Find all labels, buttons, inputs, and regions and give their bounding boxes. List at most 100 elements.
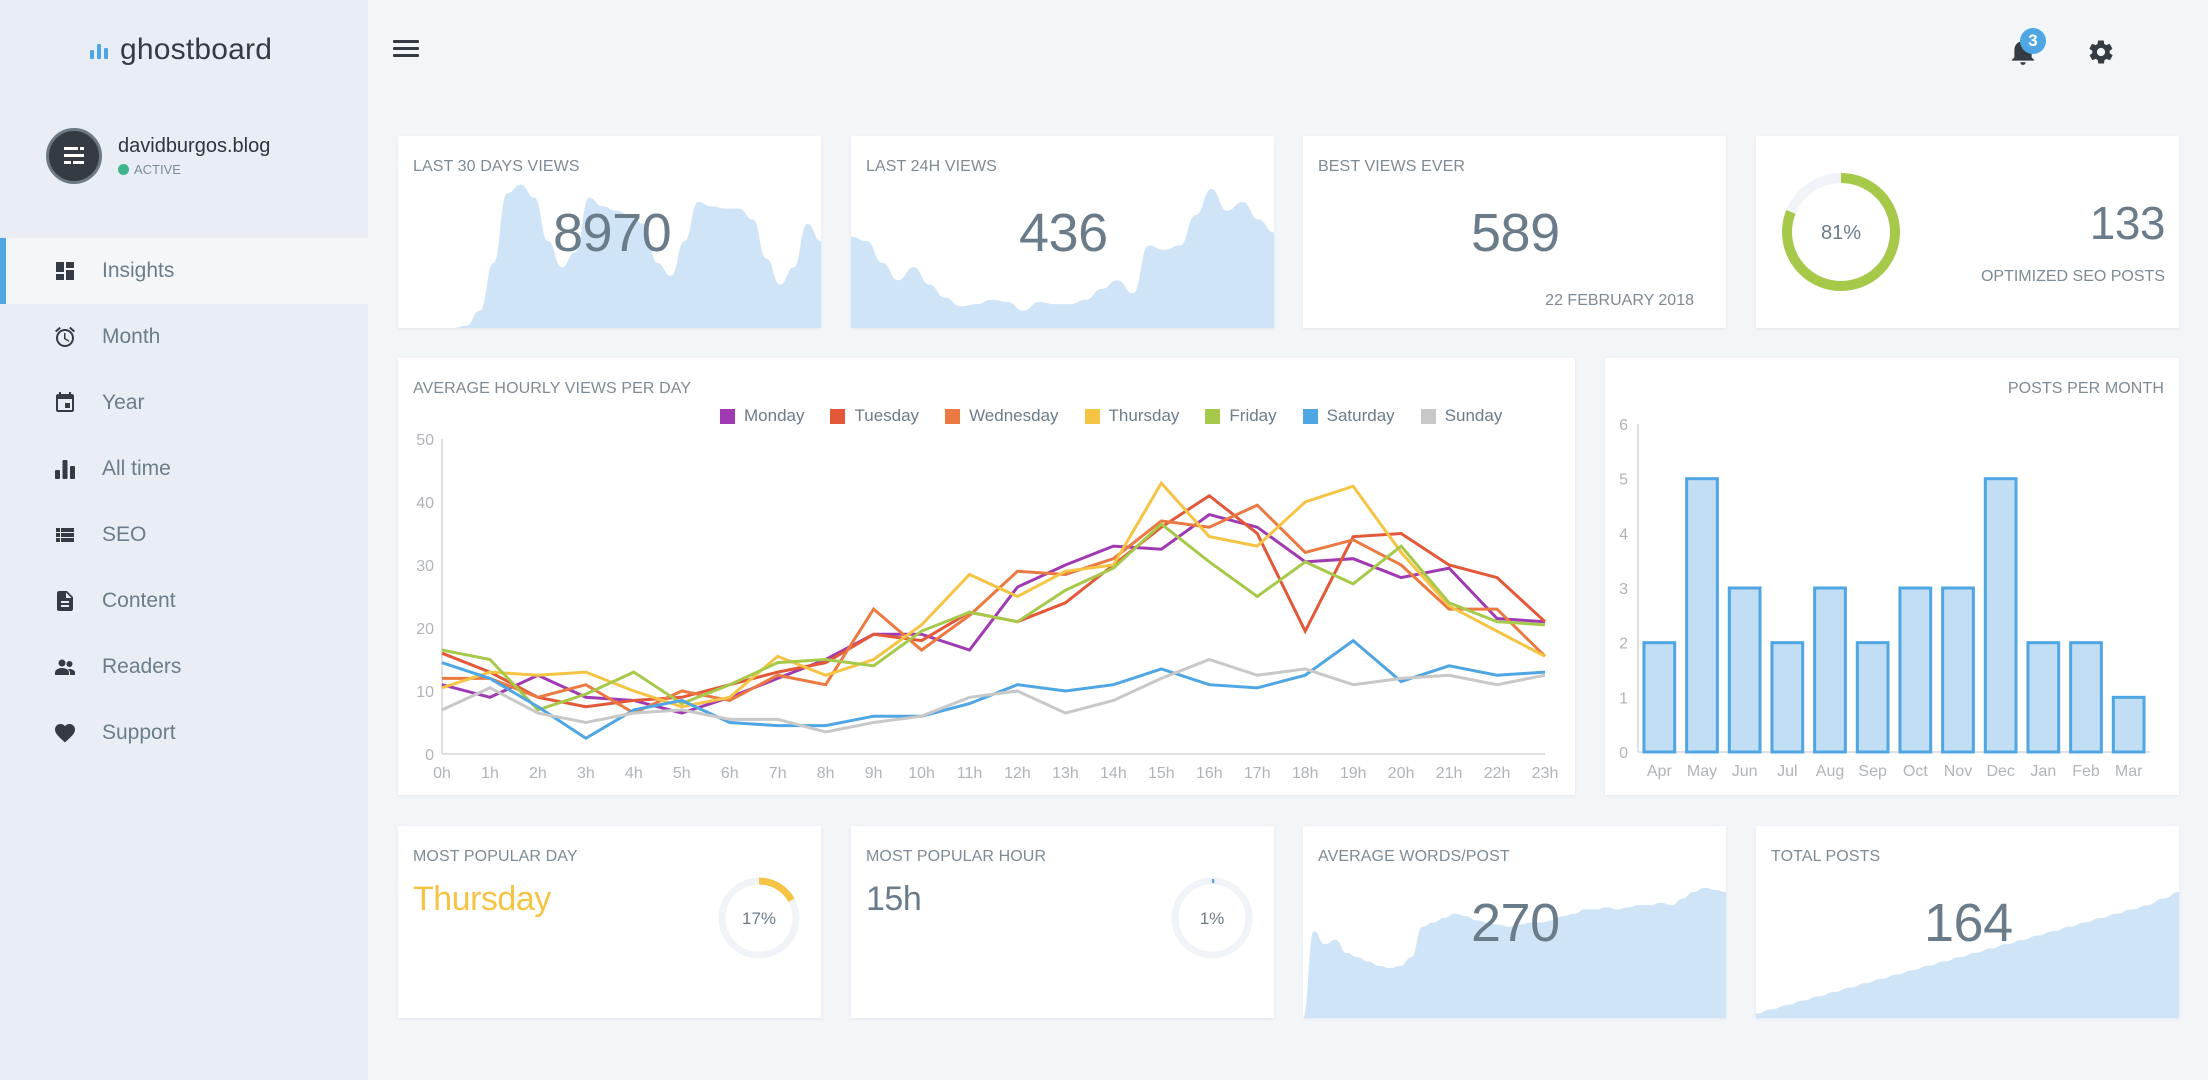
x-tick-label: 19h [1340,765,1367,782]
bar-jan [2026,641,2061,754]
avatar [46,128,102,184]
x-tick-label: 20h [1388,765,1415,782]
sidebar-item-insights[interactable]: Insights [0,238,368,304]
card-title: AVERAGE WORDS/POST [1318,848,1510,865]
series-line-tuesday [441,493,1547,709]
status-text: ACTIVE [134,162,181,177]
last-24h-views-value: 436 [1019,203,1108,263]
y-tick-label: 6 [1619,417,1628,434]
x-tick-label: 18h [1292,765,1319,782]
bar-may [1685,477,1719,754]
sidebar-item-all-time[interactable]: All time [0,436,368,502]
sidebar-item-label: Readers [102,655,182,678]
average-words-value: 270 [1471,893,1560,953]
bar-chart-logo-icon [90,39,110,61]
seo-posts-card: 81% 133 OPTIMIZED SEO POSTS [1756,136,2179,328]
y-tick-label: 2 [1619,636,1628,653]
x-tick-label: 5h [673,765,691,782]
brand-name: ghostboard [120,33,273,66]
bar-aug [1813,586,1847,754]
y-tick-label: 40 [416,495,434,512]
bar-jul [1770,641,1805,754]
hamburger-menu-icon[interactable] [393,40,419,60]
y-tick-label: 1 [1619,690,1628,707]
sidebar-item-label: Insights [102,259,175,282]
most-popular-day-card: MOST POPULAR DAY Thursday 17% [398,826,821,1018]
y-tick-label: 0 [425,747,434,764]
x-tick-label: Apr [1647,763,1673,780]
x-tick-label: 3h [577,765,595,782]
y-tick-label: 0 [1619,745,1628,762]
people-icon [52,654,78,680]
bar-jun [1727,586,1762,754]
card-title: AVERAGE HOURLY VIEWS PER DAY [413,380,692,397]
seo-posts-value: 133 [2089,197,2166,249]
sidebar-nav: Insights Month Year All time SEO Content… [0,238,368,766]
x-tick-label: 6h [721,765,739,782]
sidebar-item-year[interactable]: Year [0,370,368,436]
x-tick-label: Aug [1816,763,1844,780]
alarm-clock-icon [52,324,78,350]
sidebar-item-seo[interactable]: SEO [0,502,368,568]
card-title: POSTS PER MONTH [2007,380,2164,397]
most-popular-hour-card: MOST POPULAR HOUR 15h 1% [851,826,1274,1018]
sidebar-item-label: Content [102,589,176,612]
x-tick-label: 23h [1532,765,1559,782]
popular-hour-percent: 1% [1200,909,1225,928]
x-tick-label: 15h [1148,765,1175,782]
bar-sep [1855,641,1890,754]
x-tick-label: 0h [433,765,451,782]
sidebar: ghostboard davidburgos.blog ACTIVE Insig… [0,0,368,1080]
series-line-saturday [441,638,1546,741]
popular-hour-donut: 1% [1171,877,1253,959]
blog-logo-icon [64,147,84,164]
brand-logo[interactable]: ghostboard [90,33,272,67]
bar-feb [2069,641,2103,754]
x-tick-label: Sep [1858,763,1887,780]
status-badge: ACTIVE [118,162,270,177]
y-tick-label: 30 [416,558,434,575]
calendar-icon [52,390,78,416]
last-30-days-views-value: 8970 [553,203,672,263]
bar-dec [1983,477,2018,754]
heart-icon [52,720,78,746]
x-tick-label: 4h [625,765,643,782]
x-tick-label: Jan [2030,763,2056,780]
x-tick-label: Jun [1732,763,1758,780]
x-tick-label: 8h [817,765,835,782]
x-tick-label: 2h [529,765,547,782]
x-tick-label: 11h [957,765,983,782]
site-profile: davidburgos.blog ACTIVE [46,128,270,184]
x-tick-label: 21h [1436,765,1463,782]
hourly-views-line-chart: 0 10 20 30 40 50 0h 1h 2h 3h 4h 5h 6h 7h 8h 9h 10h 11h 12h… [416,432,1559,782]
y-tick-label: 10 [416,684,434,701]
status-dot-icon [118,164,129,175]
dashboard-icon [52,258,78,284]
x-tick-label: 10h [908,765,935,782]
last-30-days-views-card: LAST 30 DAYS VIEWS 8970 [398,136,821,328]
best-views-date: 22 FEBRUARY 2018 [1545,292,1694,309]
y-tick-label: 4 [1619,526,1628,543]
list-icon [52,522,78,548]
most-popular-day-value: Thursday [413,880,551,918]
sidebar-item-month[interactable]: Month [0,304,368,370]
x-tick-label: 12h [1004,765,1031,782]
card-title: LAST 24H VIEWS [866,158,997,175]
x-tick-label: 17h [1244,765,1271,782]
best-views-value: 589 [1471,203,1560,263]
x-tick-label: Mar [2115,763,2143,780]
total-posts-value: 164 [1924,893,2013,953]
sidebar-item-readers[interactable]: Readers [0,634,368,700]
y-tick-label: 3 [1619,581,1628,598]
card-title: MOST POPULAR DAY [413,848,578,865]
bar-oct [1898,586,1933,754]
card-title: LAST 30 DAYS VIEWS [413,158,580,175]
x-tick-label: 7h [769,765,787,782]
settings-gear-icon[interactable] [2087,38,2115,66]
x-tick-label: Feb [2072,763,2100,780]
notification-count-badge[interactable]: 3 [2020,28,2046,54]
seo-donut-chart: 81% [1782,173,1900,291]
sidebar-item-support[interactable]: Support [0,700,368,766]
sidebar-item-content[interactable]: Content [0,568,368,634]
x-tick-label: 14h [1100,765,1127,782]
